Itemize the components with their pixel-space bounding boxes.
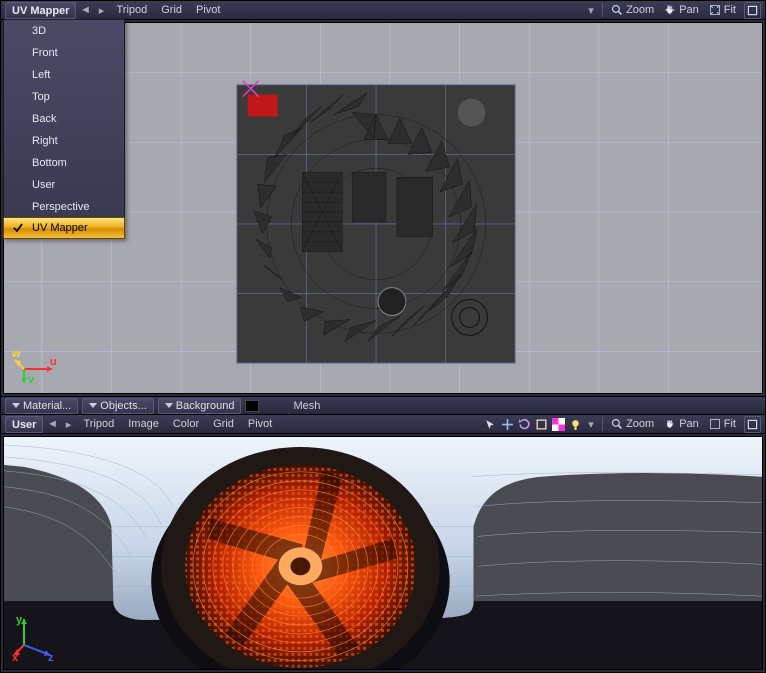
svg-text:v: v <box>28 374 35 385</box>
persp-menu-color[interactable]: Color <box>167 418 205 430</box>
persp-tool-palette: ▾ <box>482 416 598 432</box>
persp-menu-image[interactable]: Image <box>122 418 165 430</box>
persp-pan-button[interactable]: Pan <box>660 416 703 433</box>
tool-checker[interactable] <box>550 416 566 432</box>
uv-options-bar: Material... Objects... Background Mesh <box>1 396 765 415</box>
persp-axis-gizmo: x y z <box>12 615 58 661</box>
svg-text:y: y <box>16 615 23 626</box>
tool-select[interactable] <box>482 416 498 432</box>
persp-menu-grid[interactable]: Grid <box>207 418 240 430</box>
persp-menu-pivot[interactable]: Pivot <box>242 418 278 430</box>
menu-tripod[interactable]: Tripod <box>110 4 153 16</box>
maximize-icon <box>747 5 758 16</box>
svg-text:u: u <box>50 356 57 368</box>
persp-next-arrow[interactable]: ▸ <box>61 417 75 431</box>
tool-light[interactable] <box>567 416 583 432</box>
objects-dropdown[interactable]: Objects... <box>82 398 153 414</box>
fit-label: Fit <box>724 4 736 16</box>
tool-scale[interactable] <box>533 416 549 432</box>
view-option-perspective[interactable]: Perspective <box>4 196 124 218</box>
mesh-toggle[interactable]: Mesh <box>287 400 326 412</box>
persp-toolbar: User ◄ ▸ Tripod Image Color Grid Pivot ▾… <box>1 415 765 434</box>
zoom-button[interactable]: Zoom <box>607 2 658 19</box>
svg-text:z: z <box>48 652 54 661</box>
persp-zoom-button[interactable]: Zoom <box>607 416 658 433</box>
material-dropdown[interactable]: Material... <box>5 398 78 414</box>
zoom-label: Zoom <box>626 4 654 16</box>
view-option-right[interactable]: Right <box>4 130 124 152</box>
pan-icon <box>664 4 676 16</box>
persp-canvas <box>4 437 762 670</box>
uv-axis-gizmo: w u v <box>12 339 58 385</box>
persp-maximize-button[interactable] <box>744 416 761 433</box>
pan-button[interactable]: Pan <box>660 2 703 19</box>
toolbar-more[interactable]: ▾ <box>584 3 598 17</box>
tool-move[interactable] <box>499 416 515 432</box>
view-option-left[interactable]: Left <box>4 64 124 86</box>
menu-grid[interactable]: Grid <box>155 4 188 16</box>
persp-pan-label: Pan <box>679 418 699 430</box>
persp-view-selector[interactable]: User <box>5 416 43 433</box>
view-dropdown: 3D Front Left Top Back Right Bottom User… <box>3 19 125 239</box>
persp-zoom-label: Zoom <box>626 418 654 430</box>
persp-viewport[interactable]: x y z <box>3 436 763 670</box>
persp-tools-more[interactable]: ▾ <box>584 417 598 431</box>
view-option-front[interactable]: Front <box>4 42 124 64</box>
persp-fit-button[interactable]: Fit <box>705 416 740 433</box>
view-option-bottom[interactable]: Bottom <box>4 152 124 174</box>
uv-toolbar: UV Mapper ◄ ▸ Tripod Grid Pivot ▾ Zoom P… <box>1 1 765 20</box>
persp-fit-label: Fit <box>724 418 736 430</box>
svg-text:w: w <box>12 348 21 360</box>
maximize-button[interactable] <box>744 2 761 19</box>
fit-icon <box>709 418 721 430</box>
maximize-icon <box>747 419 758 430</box>
pan-label: Pan <box>679 4 699 16</box>
app-root: UV Mapper ◄ ▸ Tripod Grid Pivot ▾ Zoom P… <box>0 0 766 673</box>
tool-rotate[interactable] <box>516 416 532 432</box>
fit-icon <box>709 4 721 16</box>
view-option-3d[interactable]: 3D <box>4 20 124 42</box>
view-option-user[interactable]: User <box>4 174 124 196</box>
view-option-top[interactable]: Top <box>4 86 124 108</box>
view-option-back[interactable]: Back <box>4 108 124 130</box>
uv-view-selector[interactable]: UV Mapper <box>5 2 76 19</box>
background-dropdown[interactable]: Background <box>158 398 242 414</box>
persp-prev-arrow[interactable]: ◄ <box>45 417 59 431</box>
next-view-arrow[interactable]: ▸ <box>94 3 108 17</box>
fit-button[interactable]: Fit <box>705 2 740 19</box>
view-option-uv-mapper[interactable]: UV Mapper <box>3 217 125 239</box>
prev-view-arrow[interactable]: ◄ <box>78 3 92 17</box>
pan-icon <box>664 418 676 430</box>
check-icon <box>12 222 24 234</box>
background-swatch[interactable] <box>245 400 259 412</box>
svg-text:x: x <box>12 652 19 661</box>
menu-pivot[interactable]: Pivot <box>190 4 226 16</box>
zoom-icon <box>611 4 623 16</box>
zoom-icon <box>611 418 623 430</box>
persp-menu-tripod[interactable]: Tripod <box>77 418 120 430</box>
